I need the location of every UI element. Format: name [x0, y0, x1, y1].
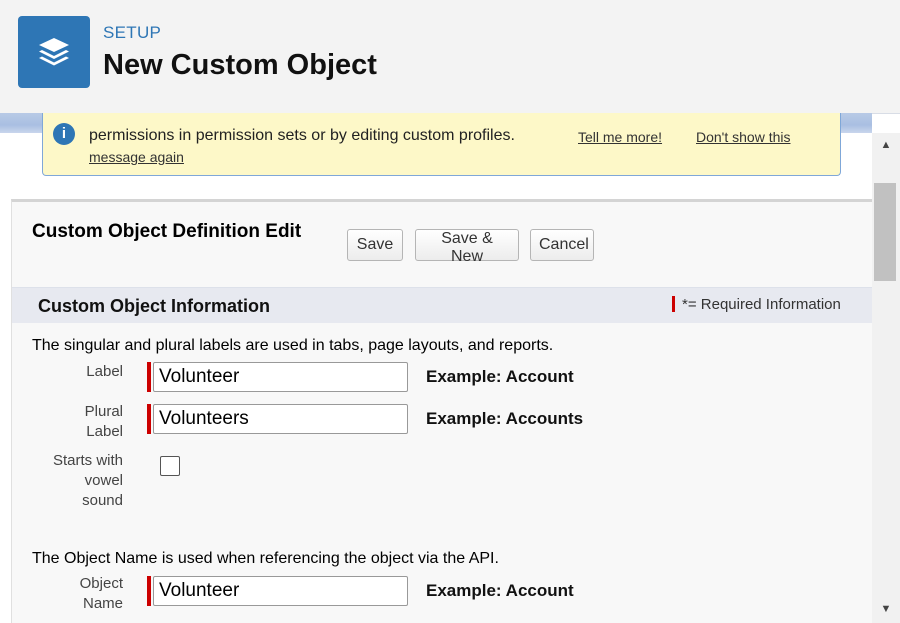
required-indicator: [147, 362, 151, 392]
cancel-button[interactable]: Cancel: [530, 229, 594, 261]
required-indicator: [147, 576, 151, 606]
setup-header: SETUP New Custom Object: [0, 0, 900, 114]
form-title: Custom Object Definition Edit: [32, 221, 302, 242]
required-indicator: [147, 404, 151, 434]
label-field-label: Label: [86, 363, 123, 380]
section-header: Custom Object Information *= Required In…: [12, 287, 872, 323]
scroll-thumb[interactable]: [874, 183, 896, 281]
save-new-button[interactable]: Save & New: [415, 229, 519, 265]
object-name-input[interactable]: [153, 576, 408, 606]
vertical-scrollbar[interactable]: ▲ ▼: [872, 133, 900, 623]
required-marker: [672, 296, 675, 312]
info-icon: i: [53, 123, 75, 145]
banner-message: permissions in permission sets or by edi…: [89, 127, 515, 144]
dont-show-link[interactable]: Don't show this: [696, 129, 791, 145]
info-banner: i permissions in permission sets or by e…: [42, 113, 841, 176]
main-content: i permissions in permission sets or by e…: [0, 113, 872, 623]
plural-label-example: Example: Accounts: [426, 409, 584, 428]
required-info-legend: *= Required Information: [682, 296, 841, 313]
plural-label-field-label: Plural Label: [84, 403, 123, 440]
save-button[interactable]: Save: [347, 229, 403, 261]
section-title: Custom Object Information: [38, 296, 271, 316]
labels-intro: The singular and plural labels are used …: [32, 337, 554, 354]
label-example: Example: Account: [426, 367, 574, 386]
page-title: New Custom Object: [103, 49, 377, 81]
vowel-field-label: Starts with vowel sound: [52, 452, 123, 509]
object-name-example: Example: Account: [426, 581, 574, 600]
object-name-field-label: Object Name: [79, 575, 123, 612]
tell-me-more-link[interactable]: Tell me more!: [578, 129, 662, 145]
object-name-intro: The Object Name is used when referencing…: [32, 550, 499, 567]
label-input[interactable]: [153, 362, 408, 392]
form-panel: Custom Object Definition Edit Save Save …: [11, 199, 872, 623]
scroll-down-arrow-icon[interactable]: ▼: [872, 603, 900, 617]
dont-show-link-continued[interactable]: message again: [89, 149, 184, 165]
plural-label-input[interactable]: [153, 404, 408, 434]
vowel-sound-checkbox[interactable]: [160, 456, 180, 476]
scroll-up-arrow-icon[interactable]: ▲: [872, 139, 900, 153]
breadcrumb: SETUP: [103, 23, 162, 42]
layers-icon: [18, 16, 90, 88]
